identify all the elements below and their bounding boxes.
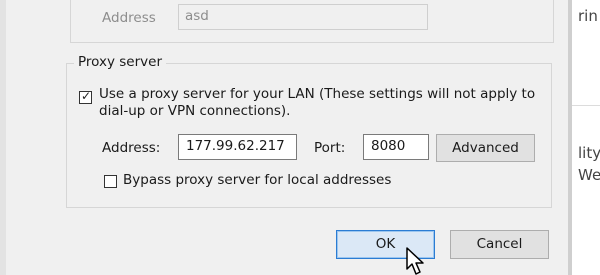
use-proxy-label-line2[interactable]: dial-up or VPN connections). bbox=[99, 103, 290, 119]
background-window: rin lity We bbox=[572, 0, 600, 275]
dialup-address-input[interactable]: asd bbox=[178, 4, 428, 30]
dialup-address-label: Address bbox=[102, 10, 156, 26]
background-text-line: lity bbox=[578, 144, 600, 162]
proxy-port-input[interactable]: 8080 bbox=[363, 134, 429, 160]
bypass-proxy-label[interactable]: Bypass proxy server for local addresses bbox=[123, 172, 391, 188]
lan-settings-dialog: Address asd Proxy server ✓ Use a proxy s… bbox=[0, 0, 572, 275]
mouse-pointer-icon bbox=[406, 247, 424, 275]
checkmark-icon: ✓ bbox=[81, 89, 92, 103]
background-text-line: rin bbox=[578, 7, 598, 25]
background-separator bbox=[572, 105, 600, 106]
dialog-edge bbox=[0, 0, 6, 275]
bypass-proxy-checkbox[interactable] bbox=[104, 175, 117, 188]
dialog-edge bbox=[568, 0, 572, 275]
advanced-button[interactable]: Advanced bbox=[436, 134, 535, 162]
use-proxy-checkbox[interactable]: ✓ bbox=[79, 89, 92, 104]
background-text-line: We bbox=[578, 166, 600, 184]
use-proxy-label-line1[interactable]: Use a proxy server for your LAN (These s… bbox=[99, 86, 535, 102]
proxy-server-group-title: Proxy server bbox=[74, 54, 167, 70]
proxy-port-label: Port: bbox=[314, 140, 346, 156]
cancel-button[interactable]: Cancel bbox=[450, 230, 549, 259]
proxy-address-input[interactable]: 177.99.62.217 bbox=[178, 134, 297, 160]
proxy-address-label: Address: bbox=[102, 140, 161, 156]
